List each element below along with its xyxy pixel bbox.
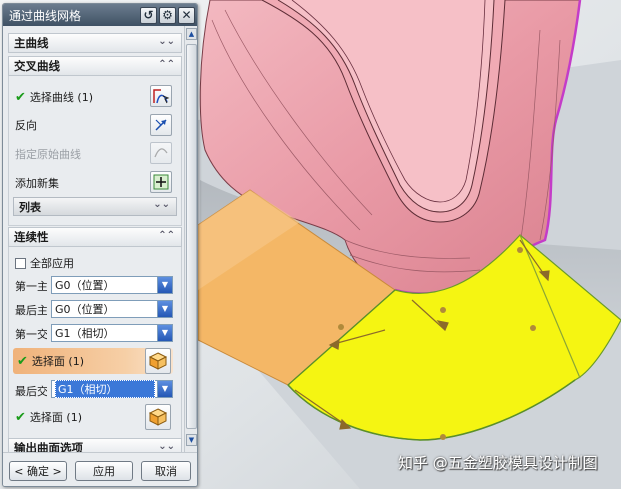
face-cube-icon	[148, 352, 168, 370]
dropdown-arrow-icon[interactable]: ▼	[157, 277, 172, 293]
scroll-down-icon[interactable]: ▼	[186, 434, 197, 446]
scroll-up-icon[interactable]: ▲	[186, 28, 197, 40]
first-primary-select[interactable]: G0（位置） ▼	[51, 276, 173, 294]
add-new-set-row: 添加新集	[15, 172, 59, 194]
last-cross-label: 最后交叉线串	[15, 385, 47, 398]
dialog-body: 主曲线 ⌄⌄ 交叉曲线 ⌃⌃ ✔ 选择曲线 (1) 反向 指定原始曲线 添加新集…	[3, 26, 184, 452]
first-cross-label: 第一交叉线串	[15, 328, 47, 341]
watermark-text: 知乎 @五金塑胶模具设计制图	[398, 454, 598, 472]
curve-select-icon	[153, 89, 170, 104]
chevron-up-icon[interactable]: ⌃⌃	[158, 59, 175, 70]
section-primary-curves[interactable]: 主曲线 ⌄⌄	[8, 33, 182, 53]
cancel-button[interactable]: 取消	[141, 461, 191, 481]
apply-all-checkbox[interactable]	[15, 257, 26, 269]
origin-curve-icon	[154, 148, 168, 158]
dropdown-arrow-icon[interactable]: ▼	[157, 325, 172, 341]
section-output-options[interactable]: 输出曲面选项 ⌄⌄	[8, 438, 182, 452]
vertical-scrollbar[interactable]: ▲ ▼	[184, 26, 197, 452]
specify-origin-button[interactable]	[150, 142, 172, 164]
select-curve-row[interactable]: ✔ 选择曲线 (1)	[15, 86, 93, 108]
dropdown-arrow-icon[interactable]: ▼	[157, 301, 172, 317]
reverse-row: 反向	[15, 114, 37, 136]
chevron-down-icon[interactable]: ⌄⌄	[153, 199, 170, 210]
dialog-title: 通过曲线网格	[9, 8, 82, 23]
select-face-label: 选择面 (1)	[31, 355, 84, 368]
first-primary-label: 第一主线串	[15, 280, 47, 293]
specify-origin-label: 指定原始曲线	[15, 148, 81, 161]
reverse-direction-button[interactable]	[150, 114, 172, 136]
section-primary-curves-label: 主曲线	[14, 36, 49, 50]
reverse-label: 反向	[15, 119, 37, 132]
select-curve-label: 选择曲线 (1)	[29, 91, 93, 104]
scrollbar-thumb[interactable]	[186, 44, 197, 429]
chevron-up-icon[interactable]: ⌃⌃	[158, 230, 175, 241]
add-new-set-label: 添加新集	[15, 177, 59, 190]
last-primary-value: G0（位置）	[55, 303, 115, 316]
dropdown-arrow-icon[interactable]: ▼	[157, 381, 172, 397]
apply-all-row[interactable]: 全部应用	[15, 252, 74, 274]
list-label: 列表	[19, 200, 41, 214]
chevron-down-icon[interactable]: ⌄⌄	[158, 36, 175, 47]
dialog-titlebar[interactable]: 通过曲线网格 ↺ ⚙ ✕	[3, 4, 197, 26]
select-face-button[interactable]	[145, 348, 171, 374]
select-face-label-2: 选择面 (1)	[29, 411, 82, 424]
last-cross-select[interactable]: G1（相切） ▼	[51, 380, 173, 398]
apply-button[interactable]: 应用	[75, 461, 133, 481]
check-icon: ✔	[15, 89, 26, 105]
select-curve-button[interactable]	[150, 85, 172, 107]
gear-icon[interactable]: ⚙	[159, 6, 176, 24]
section-continuity[interactable]: 连续性 ⌃⌃	[8, 227, 182, 247]
section-cross-curves[interactable]: 交叉曲线 ⌃⌃	[8, 56, 182, 76]
through-curve-mesh-dialog: 通过曲线网格 ↺ ⚙ ✕ 主曲线 ⌄⌄ 交叉曲线 ⌃⌃ ✔ 选择曲线 (1) 反…	[2, 3, 198, 487]
close-icon[interactable]: ✕	[178, 6, 195, 24]
add-new-set-button[interactable]	[150, 171, 172, 193]
check-icon: ✔	[17, 353, 28, 369]
first-cross-select[interactable]: G1（相切） ▼	[51, 324, 173, 342]
section-continuity-label: 连续性	[14, 230, 49, 244]
select-face-button-2[interactable]	[145, 404, 171, 430]
specify-origin-row: 指定原始曲线	[15, 143, 81, 165]
list-toggle[interactable]: 列表 ⌄⌄	[13, 197, 177, 216]
last-primary-select[interactable]: G0（位置） ▼	[51, 300, 173, 318]
section-output-options-label: 输出曲面选项	[14, 441, 83, 452]
apply-all-label: 全部应用	[30, 257, 74, 270]
chevron-down-icon[interactable]: ⌄⌄	[158, 441, 175, 452]
section-cross-curves-label: 交叉曲线	[14, 59, 60, 73]
select-face-row-2[interactable]: ✔ 选择面 (1)	[15, 406, 82, 428]
last-primary-label: 最后主线串	[15, 304, 47, 317]
dialog-footer: < 确定 > 应用 取消	[3, 452, 197, 486]
reset-icon[interactable]: ↺	[140, 6, 157, 24]
face-cube-icon	[148, 408, 168, 426]
add-set-icon	[153, 174, 169, 190]
first-cross-value: G1（相切）	[55, 327, 115, 340]
last-cross-value: G1（相切）	[55, 380, 155, 398]
first-primary-value: G0（位置）	[55, 279, 115, 292]
ok-button[interactable]: < 确定 >	[9, 461, 67, 481]
reverse-icon	[155, 119, 167, 131]
check-icon: ✔	[15, 409, 26, 425]
